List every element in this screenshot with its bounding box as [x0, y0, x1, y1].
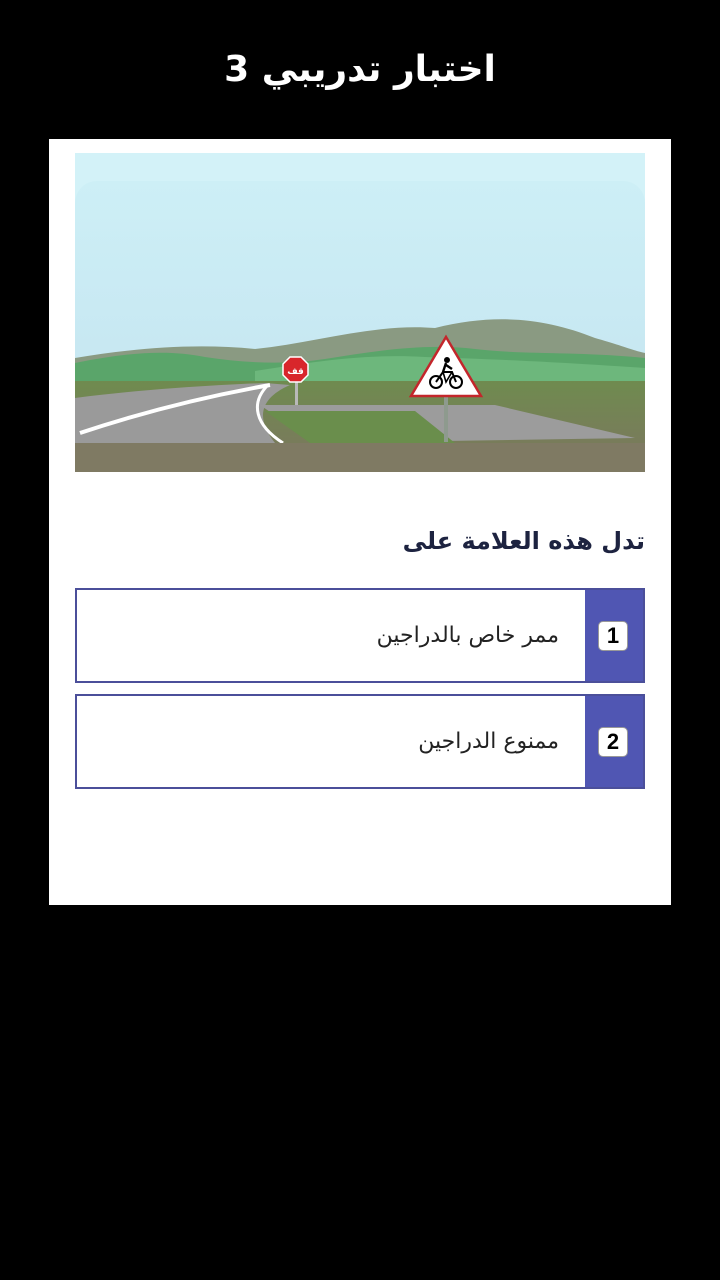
option-label: ممنوع الدراجين: [418, 729, 559, 754]
option-label: ممر خاص بالدراجين: [376, 623, 559, 648]
answer-option-2[interactable]: 2 ممنوع الدراجين: [75, 694, 645, 789]
app-screen: اختبار تدريبي 3 قف تدل هذه العلامة على 1…: [0, 0, 720, 1280]
road-scene-image: قف: [75, 153, 645, 472]
option-number-box: 1: [585, 590, 643, 681]
stop-sign-text: قف: [287, 367, 304, 377]
option-number-badge: 2: [598, 727, 628, 757]
answer-option-1[interactable]: 1 ممر خاص بالدراجين: [75, 588, 645, 683]
option-number-box: 2: [585, 696, 643, 787]
page-title: اختبار تدريبي 3: [224, 49, 496, 90]
option-number-badge: 1: [598, 621, 628, 651]
question-card: قف تدل هذه العلامة على 1 ممر خاص بالدراج…: [49, 139, 671, 905]
question-text: تدل هذه العلامة على: [402, 527, 645, 555]
